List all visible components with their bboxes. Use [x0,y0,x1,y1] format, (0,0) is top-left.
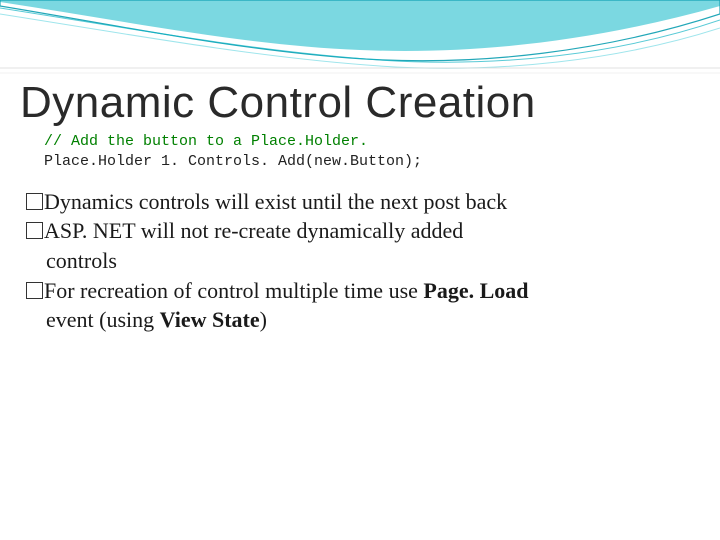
code-comment: // Add the button to a Place.Holder. [44,133,368,150]
bullet-text: Dynamics controls will exist until the n… [44,189,507,214]
bullet-text: ASP. NET will not re-create dynamically … [44,218,463,243]
bullet-text: event (using [46,307,160,332]
square-bullet-icon [26,282,43,299]
bold-text: Page. Load [423,278,528,303]
list-item: Dynamics controls will exist until the n… [26,187,700,217]
list-item: For recreation of control multiple time … [26,276,700,306]
square-bullet-icon [26,193,43,210]
list-item-continuation: controls [26,246,700,276]
bullet-list: Dynamics controls will exist until the n… [26,187,700,335]
bullet-text: For recreation of control multiple time … [44,278,423,303]
list-item: ASP. NET will not re-create dynamically … [26,216,700,246]
square-bullet-icon [26,222,43,239]
list-item-continuation: event (using View State) [26,305,700,335]
bullet-text: ) [260,307,267,332]
bullet-text: controls [46,248,117,273]
slide-title: Dynamic Control Creation [20,78,700,128]
bold-text: View State [160,307,260,332]
code-snippet: // Add the button to a Place.Holder. Pla… [44,132,700,173]
code-line: Place.Holder 1. Controls. Add(new.Button… [44,153,422,170]
